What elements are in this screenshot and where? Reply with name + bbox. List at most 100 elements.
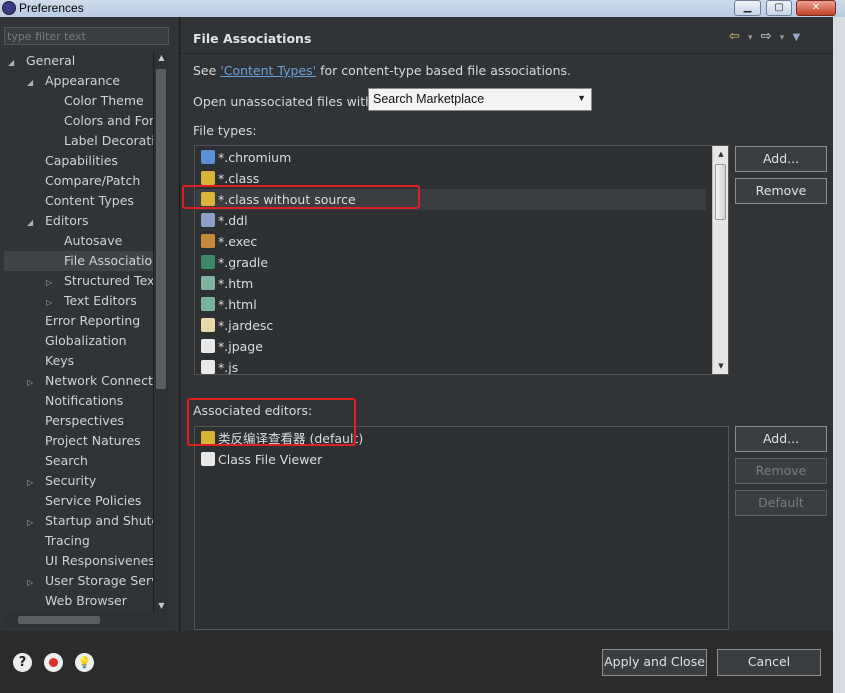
tree-item[interactable]: Capabilities: [27, 151, 118, 171]
page-title: File Associations: [193, 31, 312, 46]
record-macro-icon[interactable]: [44, 653, 63, 672]
tree-item[interactable]: ▷ Structured Text: [46, 271, 153, 291]
file-type-row[interactable]: *.js: [201, 357, 238, 374]
file-type-row[interactable]: *.jpage: [201, 336, 263, 357]
file-types-scrollbar[interactable]: ▲ ▼: [712, 146, 728, 374]
expand-arrow-icon[interactable]: ▷: [27, 513, 37, 533]
tree-item[interactable]: Colors and Fonts: [46, 111, 153, 131]
dialog-footer: ? 💡 Apply and Close Cancel: [0, 631, 833, 693]
tree-item[interactable]: ▷ Network Connections: [27, 371, 153, 391]
scroll-thumb[interactable]: [156, 69, 166, 389]
lightbulb-icon[interactable]: 💡: [75, 653, 94, 672]
file-type-row[interactable]: *.htm: [201, 273, 253, 294]
tree-item[interactable]: Color Theme: [46, 91, 144, 111]
file-type-icon: [201, 171, 215, 185]
file-type-row-label: *.htm: [218, 276, 254, 291]
file-type-row-label: *.ddl: [218, 213, 248, 228]
file-type-row-label: *.jpage: [218, 339, 263, 354]
help-icon[interactable]: ?: [13, 653, 32, 672]
file-type-icon: [201, 318, 215, 332]
tree-item[interactable]: Compare/Patch: [27, 171, 140, 191]
file-type-row[interactable]: *.ddl: [201, 210, 248, 231]
scroll-up-arrow[interactable]: ▲: [713, 146, 728, 162]
minimize-button[interactable]: ▁: [734, 0, 761, 16]
tree-item[interactable]: Label Decorations: [46, 131, 153, 151]
tree-item[interactable]: ▷ Text Editors: [46, 291, 137, 311]
scroll-down-arrow[interactable]: ▼: [713, 358, 728, 374]
expand-arrow-icon[interactable]: ▷: [27, 573, 37, 593]
expand-arrow-icon[interactable]: ▷: [46, 273, 56, 293]
tree-item[interactable]: File Associations: [4, 251, 153, 271]
scroll-down-arrow[interactable]: ▼: [154, 599, 169, 613]
header-divider: [181, 53, 833, 54]
cancel-button[interactable]: Cancel: [717, 649, 821, 676]
tree-item[interactable]: Service Policies: [27, 491, 141, 511]
close-button[interactable]: ✕: [796, 0, 836, 16]
tree-horizontal-scrollbar[interactable]: [4, 613, 168, 627]
file-associations-page: File Associations ⇦ ▾ ⇨ ▾ ▼ See 'Content…: [181, 17, 833, 631]
view-menu-icon[interactable]: ▼: [792, 32, 800, 43]
expand-arrow-icon[interactable]: ▷: [27, 373, 37, 393]
add-editor-button[interactable]: Add...: [735, 426, 827, 452]
associated-editors-list[interactable]: 类反编译查看器 (default) Class File Viewer: [194, 426, 729, 630]
tree-item[interactable]: Perspectives: [27, 411, 124, 431]
tree-item-label: Content Types: [45, 193, 134, 208]
tree-item[interactable]: Search: [27, 451, 88, 471]
remove-editor-button[interactable]: Remove: [735, 458, 827, 484]
expand-arrow-icon[interactable]: ▷: [46, 293, 56, 313]
back-history-chevron-icon[interactable]: ▾: [748, 33, 753, 43]
highlight-annotation-associated-editors: [187, 398, 356, 446]
tree-item[interactable]: Web Browser: [27, 591, 127, 611]
tree-item[interactable]: Tracing: [27, 531, 90, 551]
open-unassociated-select[interactable]: Search Marketplace ▼: [368, 88, 592, 111]
collapse-arrow-icon[interactable]: ◢: [27, 213, 37, 233]
associated-editor-row[interactable]: Class File Viewer: [201, 449, 322, 470]
tree-item[interactable]: ◢ Appearance: [27, 71, 120, 91]
tree-item[interactable]: UI Responsiveness: [27, 551, 153, 571]
forward-arrow-icon[interactable]: ⇨: [761, 29, 772, 44]
tree-item-label: Globalization: [45, 333, 127, 348]
tree-item[interactable]: Content Types: [27, 191, 134, 211]
back-arrow-icon[interactable]: ⇦: [729, 29, 740, 44]
file-type-row[interactable]: *.exec: [201, 231, 257, 252]
tree-item[interactable]: ▷ User Storage Service: [27, 571, 153, 591]
tree-vertical-scrollbar[interactable]: ▲ ▼: [153, 51, 168, 613]
file-type-icon: [201, 213, 215, 227]
content-types-link[interactable]: 'Content Types': [220, 63, 316, 78]
tree-item[interactable]: Autosave: [46, 231, 122, 251]
default-editor-button[interactable]: Default: [735, 490, 827, 516]
collapse-arrow-icon[interactable]: ◢: [8, 53, 18, 73]
file-type-row[interactable]: *.jardesc: [201, 315, 273, 336]
tree-item[interactable]: Project Natures: [27, 431, 141, 451]
scroll-up-arrow[interactable]: ▲: [154, 51, 169, 65]
apply-and-close-button[interactable]: Apply and Close: [602, 649, 707, 676]
description-suffix: for content-type based file associations…: [316, 63, 571, 78]
filter-input[interactable]: [4, 27, 169, 45]
file-type-row-label: *.exec: [218, 234, 258, 249]
tree-item[interactable]: Notifications: [27, 391, 123, 411]
forward-history-chevron-icon[interactable]: ▾: [780, 33, 785, 43]
file-type-icon: [201, 276, 215, 290]
maximize-button[interactable]: ▢: [766, 0, 792, 16]
file-type-row[interactable]: *.gradle: [201, 252, 268, 273]
tree-item[interactable]: Globalization: [27, 331, 127, 351]
open-unassociated-value: Search Marketplace: [373, 92, 485, 106]
scroll-thumb[interactable]: [715, 164, 726, 220]
remove-file-type-button[interactable]: Remove: [735, 178, 827, 204]
file-type-row[interactable]: *.html: [201, 294, 257, 315]
tree-item[interactable]: ◢ Editors: [27, 211, 89, 231]
file-type-row-label: *.html: [218, 297, 257, 312]
file-type-row[interactable]: *.chromium: [201, 147, 291, 168]
tree-item[interactable]: ▷ Startup and Shutdown: [27, 511, 153, 531]
collapse-arrow-icon[interactable]: ◢: [27, 73, 37, 93]
file-types-list[interactable]: *.chromium *.class *.class without source *…: [194, 145, 729, 375]
add-file-type-button[interactable]: Add...: [735, 146, 827, 172]
tree-item[interactable]: ◢ General: [8, 51, 75, 71]
eclipse-icon: [2, 1, 16, 15]
tree-item[interactable]: Error Reporting: [27, 311, 140, 331]
hscroll-thumb[interactable]: [18, 616, 100, 624]
tree-item-label: Compare/Patch: [45, 173, 141, 188]
tree-item[interactable]: ▷ Security: [27, 471, 96, 491]
tree-item[interactable]: Keys: [27, 351, 74, 371]
expand-arrow-icon[interactable]: ▷: [27, 473, 37, 493]
